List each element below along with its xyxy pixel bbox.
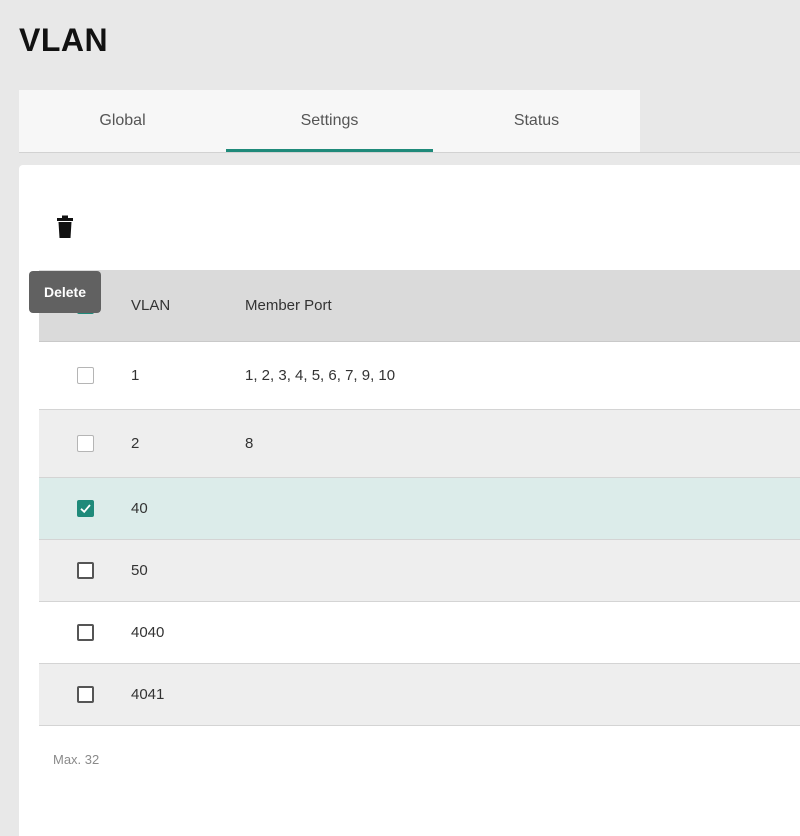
vlan-id-cell: 50 [131, 562, 148, 579]
table-row[interactable]: 50 [39, 540, 800, 602]
column-header-member-port: Member Port [245, 297, 332, 314]
tab-global[interactable]: Global [19, 90, 226, 152]
row-checkbox[interactable] [76, 367, 94, 384]
checkmark-icon [79, 504, 91, 514]
member-port-cell: 8 [245, 435, 254, 452]
vlan-id-cell: 4040 [131, 624, 165, 641]
vlan-table: VLAN Member Port 1 1, 2, 3, 4, 5, 6, 7, … [39, 270, 800, 726]
max-entries-note: Max. 32 [53, 752, 100, 767]
delete-tooltip: Delete [29, 271, 101, 313]
delete-button[interactable] [54, 212, 76, 242]
row-checkbox[interactable] [76, 435, 94, 452]
tab-status-label: Status [513, 112, 560, 129]
table-row[interactable]: 2 8 [39, 410, 800, 478]
table-row[interactable]: 4040 [39, 602, 800, 664]
tab-settings-label: Settings [300, 112, 359, 129]
table-header: VLAN Member Port [39, 270, 800, 342]
row-checkbox[interactable] [76, 500, 94, 517]
row-checkbox[interactable] [76, 562, 94, 579]
vlan-id-cell: 4041 [131, 686, 165, 703]
member-port-cell: 1, 2, 3, 4, 5, 6, 7, 9, 10 [245, 367, 396, 384]
table-row[interactable]: 1 1, 2, 3, 4, 5, 6, 7, 9, 10 [39, 342, 800, 410]
table-row[interactable]: 40 [39, 478, 800, 540]
tab-global-label: Global [99, 112, 146, 129]
trash-icon [57, 215, 73, 238]
tab-divider [19, 152, 800, 153]
page-title: VLAN [19, 22, 109, 58]
tab-status[interactable]: Status [433, 90, 640, 152]
table-row[interactable]: 4041 [39, 664, 800, 726]
vlan-id-cell: 2 [131, 435, 140, 452]
vlan-id-cell: 1 [131, 367, 140, 384]
column-header-vlan: VLAN [131, 297, 171, 314]
vlan-id-cell: 40 [131, 500, 148, 517]
tab-bar: Global Settings Status [19, 90, 640, 152]
row-checkbox[interactable] [76, 686, 94, 703]
tab-settings[interactable]: Settings [226, 90, 433, 152]
row-checkbox[interactable] [76, 624, 94, 641]
